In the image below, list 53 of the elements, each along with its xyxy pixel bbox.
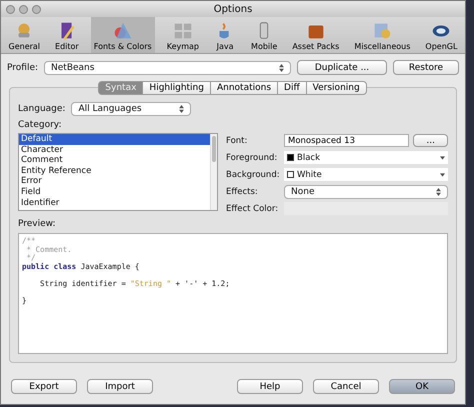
toolbar-tab[interactable]: OpenGL bbox=[422, 17, 460, 53]
category-item[interactable]: Identifier bbox=[19, 198, 210, 208]
dropdown-arrow-icon bbox=[440, 172, 445, 176]
tab[interactable]: Versioning bbox=[306, 81, 367, 95]
stepper-arrows-icon bbox=[436, 188, 441, 196]
scrollbar-thumb[interactable] bbox=[212, 136, 216, 162]
profile-label: Profile: bbox=[7, 62, 38, 72]
toolbar-tab[interactable]: Java bbox=[211, 17, 240, 53]
toolbar-tab[interactable]: Keymap bbox=[164, 17, 202, 53]
toolbar-tab[interactable]: Editor bbox=[52, 17, 82, 53]
close-icon[interactable] bbox=[6, 4, 15, 14]
toolbar-tab[interactable]: Fonts & Colors bbox=[90, 17, 155, 53]
profile-button[interactable]: Duplicate ... bbox=[297, 60, 387, 75]
category-item[interactable]: Entity Reference bbox=[19, 166, 210, 176]
property-label: Foreground: bbox=[226, 152, 278, 162]
property-label: Effect Color: bbox=[226, 204, 280, 214]
property-label: Background: bbox=[226, 170, 280, 180]
dialog-button[interactable]: OK bbox=[389, 379, 455, 394]
effects-dropdown[interactable]: None bbox=[284, 184, 448, 198]
category-item[interactable]: Comment bbox=[19, 155, 210, 166]
preview-label: Preview: bbox=[18, 219, 57, 229]
language-dropdown[interactable]: All Languages bbox=[71, 102, 192, 116]
toolbar-tab[interactable]: Asset Packs bbox=[289, 17, 342, 53]
profile-button[interactable]: Restore bbox=[393, 60, 459, 75]
color-dropdown[interactable]: Black bbox=[284, 151, 448, 164]
font-field[interactable]: Monospaced 13 bbox=[284, 134, 410, 147]
zoom-icon[interactable] bbox=[32, 4, 41, 14]
category-item[interactable]: Error bbox=[19, 176, 210, 187]
category-item[interactable]: Character bbox=[19, 144, 210, 156]
property-label: Font: bbox=[226, 136, 248, 146]
dialog-button[interactable]: Import bbox=[87, 379, 153, 394]
language-label: Language: bbox=[18, 104, 66, 114]
color-dropdown[interactable]: White bbox=[284, 168, 448, 181]
category-item[interactable]: Field bbox=[19, 186, 210, 198]
tab[interactable]: Highlighting bbox=[142, 81, 211, 95]
minimize-icon[interactable] bbox=[19, 4, 28, 14]
toolbar-tab[interactable]: Miscellaneous bbox=[351, 17, 414, 53]
dropdown-arrow-icon bbox=[440, 156, 445, 160]
property-label: Effects: bbox=[226, 186, 259, 196]
tab[interactable]: Diff bbox=[277, 81, 307, 95]
stepper-arrows-icon bbox=[279, 64, 284, 72]
dialog-button[interactable]: Help bbox=[237, 379, 303, 394]
dialog-button[interactable]: Export bbox=[11, 379, 77, 394]
category-label: Category: bbox=[18, 120, 62, 130]
window-title: Options bbox=[214, 4, 252, 14]
stepper-arrows-icon bbox=[179, 105, 184, 113]
category-item[interactable]: Default bbox=[19, 134, 210, 145]
dialog-button[interactable]: Cancel bbox=[313, 379, 379, 394]
toolbar-tab[interactable]: Mobile bbox=[248, 17, 280, 53]
tab[interactable]: Annotations bbox=[210, 81, 278, 95]
profile-dropdown[interactable]: NetBeans bbox=[44, 60, 291, 74]
toolbar-tab[interactable]: General bbox=[6, 17, 44, 53]
browse-button[interactable]: ... bbox=[413, 134, 448, 147]
